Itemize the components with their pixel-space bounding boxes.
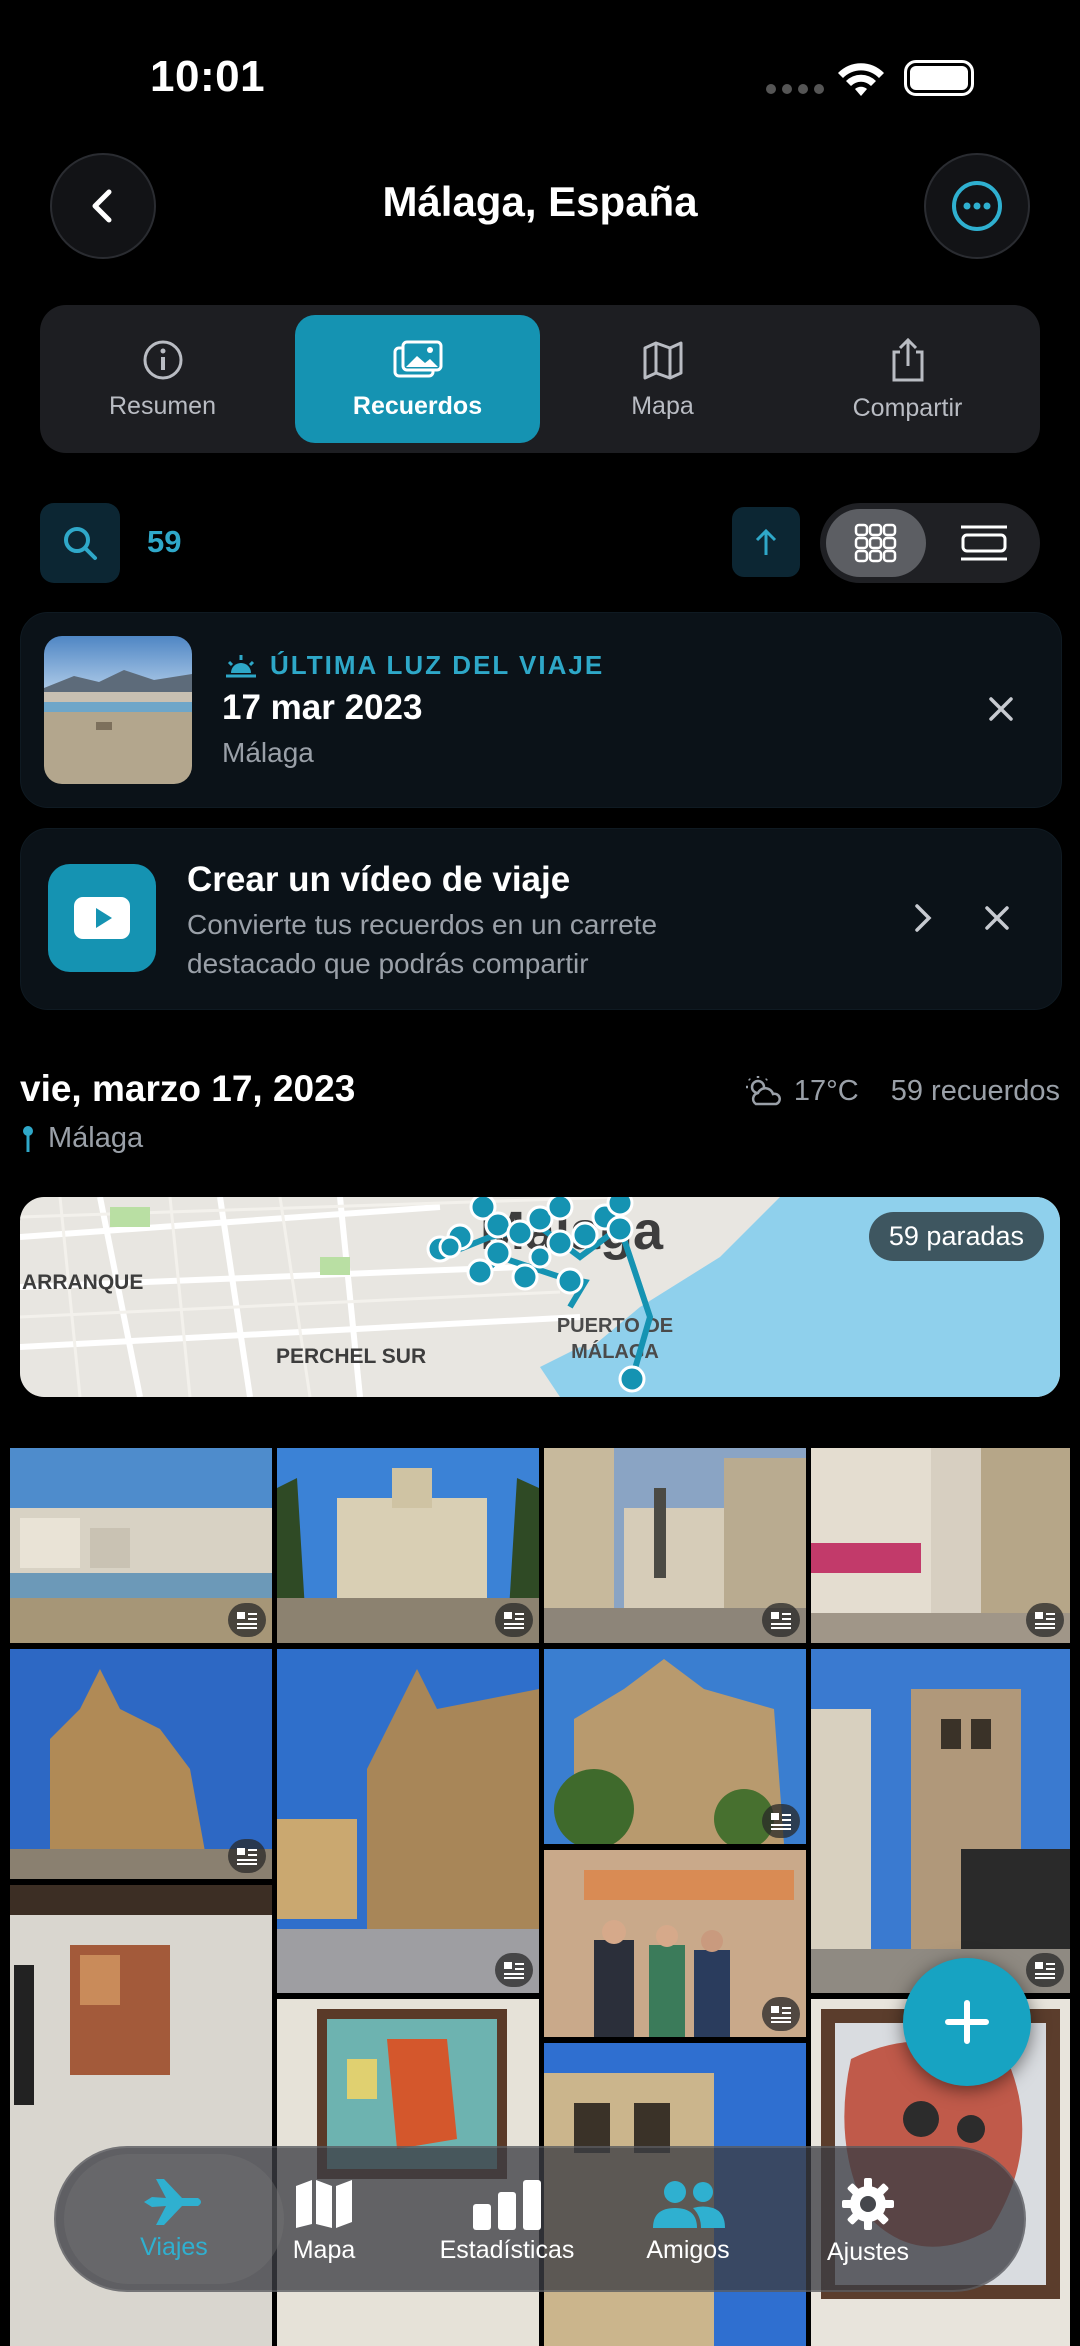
day-meta: 17°C 59 recuerdos (744, 1074, 1060, 1108)
photo-thumbnail[interactable] (544, 1850, 806, 2037)
svg-text:PUERTO DE: PUERTO DE (557, 1315, 673, 1337)
tab-label: Compartir (852, 393, 963, 422)
grid-view-option[interactable] (826, 509, 926, 577)
photo-thumbnail[interactable] (10, 1649, 272, 1879)
video-card-subtitle: Convierte tus recuerdos en un carrete de… (187, 909, 658, 979)
wifi-icon (838, 63, 884, 96)
video-card-title: Crear un vídeo de viaje (187, 860, 571, 899)
notes-badge-icon (495, 1953, 533, 1987)
last-light-date: 17 mar 2023 (222, 688, 423, 727)
tabbar-item-amigos[interactable]: Amigos (598, 2148, 778, 2294)
share-icon (892, 337, 923, 381)
tabbar-label: Amigos (646, 2235, 730, 2264)
bar-chart-icon (473, 2179, 541, 2230)
search-icon (64, 527, 97, 560)
notes-badge-icon (228, 1603, 266, 1637)
gear-icon (842, 2177, 894, 2230)
chevron-right-icon[interactable] (912, 902, 934, 934)
last-light-eyebrow: ÚLTIMA LUZ DEL VIAJE (224, 650, 604, 681)
memories-count: 59 (147, 524, 182, 559)
pin-icon (23, 1125, 33, 1152)
tabbar-label: Mapa (292, 2235, 356, 2264)
tabbar-item-mapa[interactable]: Mapa (234, 2148, 414, 2294)
close-icon[interactable] (984, 905, 1010, 931)
eyebrow-text: ÚLTIMA LUZ DEL VIAJE (270, 650, 605, 680)
bottom-tab-bar: Viajes Mapa Estadísticas Amigos Ajustes (54, 2146, 1026, 2292)
tabbar-item-ajustes[interactable]: Ajustes (778, 2148, 958, 2294)
arrow-up-icon (755, 528, 777, 555)
grid-icon (854, 523, 897, 563)
people-icon (653, 2180, 725, 2228)
last-light-thumbnail (44, 636, 192, 784)
sunset-icon (226, 654, 256, 677)
notes-badge-icon (762, 1804, 800, 1838)
photo-thumbnail[interactable] (811, 1448, 1070, 1643)
stops-badge: 59 paradas (868, 1212, 1044, 1261)
photo-thumbnail[interactable] (544, 1649, 806, 1844)
photo-thumbnail[interactable] (544, 1448, 806, 1643)
cellular-signal-icon (766, 84, 824, 94)
map-icon (296, 2179, 352, 2228)
close-icon[interactable] (988, 696, 1014, 722)
search-button[interactable] (40, 503, 120, 583)
plus-icon (945, 2000, 989, 2044)
temperature: 17°C (793, 1074, 859, 1107)
photo-thumbnail[interactable] (277, 1649, 539, 1993)
add-memory-button[interactable] (903, 1958, 1031, 2086)
list-view-option[interactable] (934, 509, 1034, 577)
section-tabs: Resumen Recuerdos Mapa Compartir (40, 305, 1040, 453)
battery-icon (904, 60, 974, 96)
notes-badge-icon (1026, 1603, 1064, 1637)
memories-total: 59 recuerdos (890, 1074, 1060, 1107)
photos-icon (393, 340, 442, 377)
map-label-district: PERCHEL SUR (276, 1345, 426, 1368)
tabbar-label: Viajes (140, 2232, 208, 2261)
more-options-button[interactable] (924, 153, 1030, 259)
map-icon (643, 341, 682, 379)
tabbar-label: Ajustes (827, 2237, 909, 2266)
notes-badge-icon (495, 1603, 533, 1637)
day-place-text: Málaga (48, 1122, 144, 1154)
sort-order-button[interactable] (732, 507, 800, 577)
map-label-district: ARRANQUE (22, 1271, 143, 1294)
tab-mapa[interactable]: Mapa (540, 305, 785, 453)
tab-label: Mapa (631, 391, 694, 420)
list-layout-icon (961, 525, 1007, 561)
notes-badge-icon (762, 1997, 800, 2031)
view-mode-toggle (820, 503, 1040, 583)
tab-label: Recuerdos (352, 391, 483, 420)
info-icon (143, 340, 182, 379)
notes-badge-icon (228, 1839, 266, 1873)
photo-thumbnail[interactable] (811, 1649, 1070, 1993)
notes-badge-icon (1026, 1953, 1064, 1987)
notes-badge-icon (762, 1603, 800, 1637)
photo-thumbnail[interactable] (277, 1448, 539, 1643)
tabbar-label: Estadísticas (439, 2235, 575, 2264)
airplane-icon (144, 2178, 201, 2225)
page-title: Málaga, España (382, 178, 698, 225)
tabbar-item-estadisticas[interactable]: Estadísticas (412, 2148, 602, 2294)
tab-label: Resumen (109, 391, 216, 420)
photo-thumbnail[interactable] (10, 1448, 272, 1643)
last-light-place: Málaga (222, 737, 314, 768)
partly-sunny-icon (745, 1076, 781, 1106)
tab-recuerdos[interactable]: Recuerdos (295, 315, 540, 443)
day-location: Málaga (22, 1122, 143, 1155)
tab-resumen[interactable]: Resumen (40, 305, 285, 453)
status-time: 10:01 (150, 52, 266, 101)
day-title: vie, marzo 17, 2023 (20, 1068, 356, 1109)
play-video-icon (48, 864, 156, 972)
ellipsis-circle-icon (952, 181, 1002, 231)
tab-compartir[interactable]: Compartir (785, 305, 1030, 453)
svg-text:MÁLAGA: MÁLAGA (571, 1340, 659, 1363)
